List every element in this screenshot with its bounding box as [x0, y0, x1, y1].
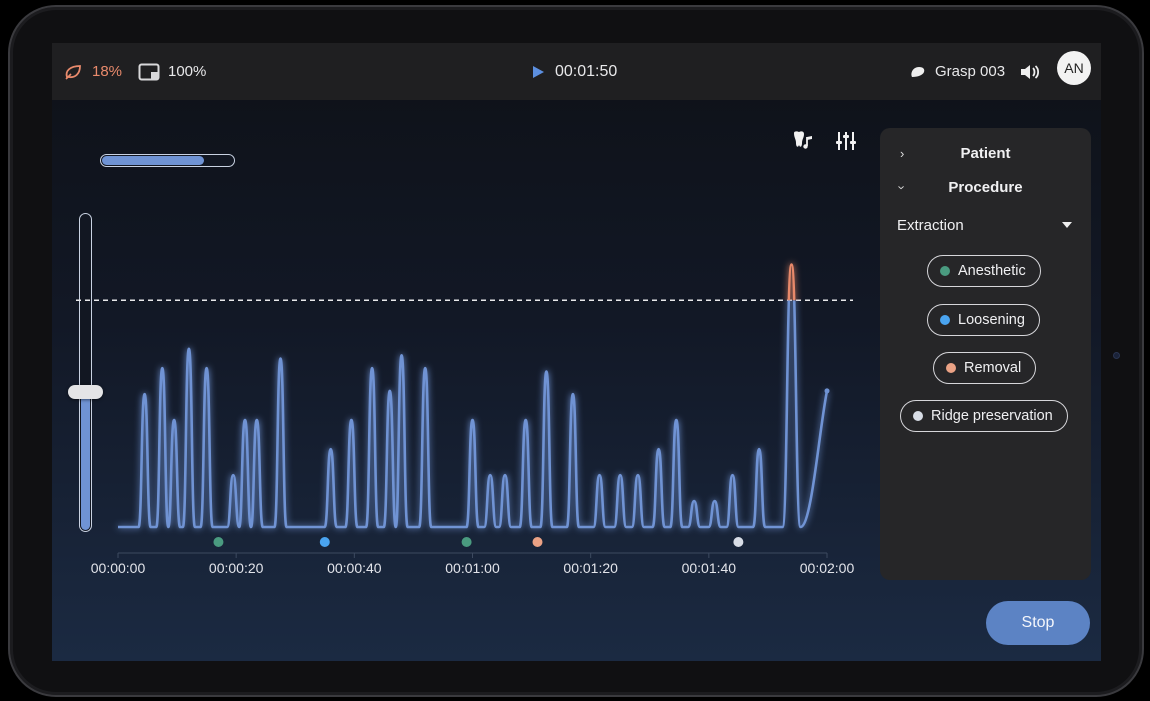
event-marker[interactable] [319, 537, 330, 547]
ridge-preservation-dot-icon [913, 411, 923, 421]
top-bar: 18% 100% 00:01:50 Grasp 003 AN [52, 43, 1101, 100]
patient-label: Patient [960, 144, 1011, 162]
signal-end-point [824, 388, 830, 394]
stop-button[interactable]: Stop [986, 601, 1090, 645]
step-chip-removal[interactable]: Removal [933, 352, 1037, 384]
volume-button[interactable] [1019, 43, 1041, 100]
procedure-label: Procedure [948, 178, 1023, 196]
signal-line [118, 300, 829, 529]
screen-percent: 100% [168, 63, 207, 80]
event-marker[interactable] [733, 537, 744, 547]
avatar[interactable]: AN [1057, 51, 1091, 85]
patient-section-toggle[interactable]: › Patient [880, 139, 1091, 167]
procedure-select[interactable]: Extraction [897, 213, 1072, 237]
procedure-section-toggle[interactable]: › Procedure [880, 173, 1091, 201]
x-tick-label: 00:00:00 [91, 560, 146, 576]
chevron-right-icon: › [900, 145, 905, 161]
x-tick-label: 00:02:00 [800, 560, 855, 576]
screen-indicator: 100% [138, 43, 206, 100]
removal-dot-icon [946, 363, 956, 373]
device-indicator: Grasp 003 [910, 43, 1005, 100]
anesthetic-dot-icon [940, 266, 950, 276]
step-chip-loosening[interactable]: Loosening [927, 304, 1040, 336]
chip-label: Anesthetic [958, 263, 1026, 279]
x-tick-label: 00:00:20 [209, 560, 264, 576]
app-screen: 18% 100% 00:01:50 Grasp 003 AN 00:00:00 … [52, 43, 1101, 661]
tooth-icon [911, 66, 925, 77]
play-icon[interactable] [531, 65, 545, 79]
event-marker[interactable] [213, 537, 224, 547]
chip-label: Ridge preservation [931, 408, 1053, 424]
x-tick-label: 00:01:20 [563, 560, 618, 576]
chip-label: Loosening [958, 312, 1025, 328]
leaf-icon [65, 64, 81, 80]
screen-icon [138, 63, 160, 80]
event-marker[interactable] [532, 537, 543, 547]
volume-icon[interactable] [1019, 63, 1041, 81]
procedure-select-value: Extraction [897, 216, 964, 234]
playback-status[interactable]: 00:01:50 [531, 43, 617, 100]
caret-down-icon [1062, 222, 1072, 228]
battery-indicator: 18% [64, 43, 122, 100]
procedure-panel: › Patient › Procedure Extraction Anesthe… [880, 128, 1091, 580]
chip-label: Removal [964, 360, 1022, 376]
x-tick-label: 00:01:00 [445, 560, 500, 576]
loosening-dot-icon [940, 315, 950, 325]
chevron-down-icon: › [894, 184, 910, 190]
x-tick-label: 00:00:40 [327, 560, 382, 576]
signal-line-over-threshold [787, 263, 796, 301]
event-marker[interactable] [461, 537, 472, 547]
battery-percent: 18% [92, 63, 123, 80]
camera-icon [1113, 352, 1120, 359]
device-name: Grasp 003 [935, 63, 1006, 80]
signal-chart: 00:00:00 00:00:20 00:00:40 00:01:00 00:01:20… [76, 263, 855, 576]
elapsed-time: 00:01:50 [555, 62, 618, 80]
x-tick-label: 00:01:40 [682, 560, 737, 576]
step-chip-ridge-preservation[interactable]: Ridge preservation [900, 400, 1068, 432]
step-chip-anesthetic[interactable]: Anesthetic [927, 255, 1041, 287]
